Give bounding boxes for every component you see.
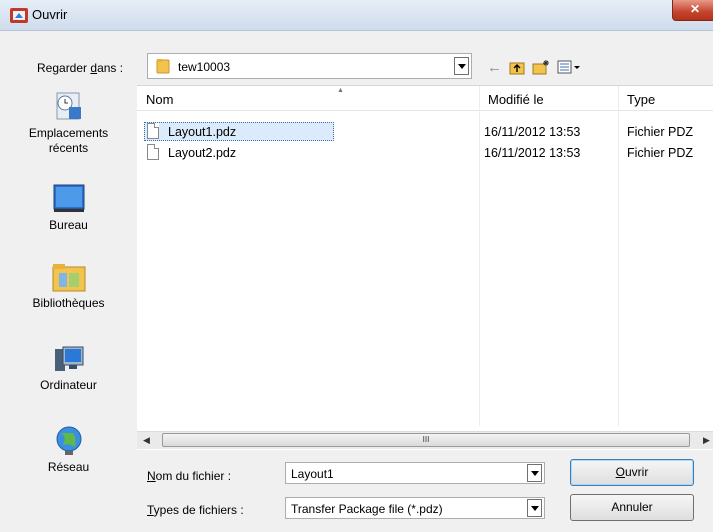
libraries-icon	[51, 261, 87, 293]
scrollbar-thumb[interactable]: III	[162, 433, 690, 447]
cancel-button[interactable]: Annuler	[570, 494, 694, 521]
scroll-left-icon[interactable]: ◀	[143, 435, 150, 446]
list-header: Nom ▲ Modifié le Type	[137, 86, 713, 111]
filename-label: Nom du fichier :	[147, 469, 232, 483]
place-label: Emplacements récents	[28, 126, 109, 155]
recent-places-icon	[51, 91, 87, 123]
place-computer[interactable]: Ordinateur	[0, 343, 137, 392]
computer-icon	[51, 343, 87, 375]
navigation-toolbar: ←	[487, 57, 581, 77]
column-header-name[interactable]: Nom	[146, 92, 173, 107]
file-icon	[147, 144, 159, 160]
place-label: Bureau	[49, 218, 88, 232]
chevron-down-icon[interactable]	[454, 57, 469, 75]
file-type: Fichier PDZ	[627, 146, 693, 160]
place-label: Bibliothèques	[32, 296, 105, 310]
place-libraries[interactable]: Bibliothèques	[0, 261, 137, 310]
views-menu-icon[interactable]	[557, 58, 581, 76]
network-icon	[51, 425, 87, 457]
scroll-right-icon[interactable]: ▶	[703, 435, 710, 446]
places-bar: Emplacements récents Bureau Bibliothèque…	[0, 85, 137, 505]
file-name: Layout1.pdz	[168, 125, 237, 139]
file-type: Fichier PDZ	[627, 125, 693, 139]
title-bar[interactable]: Ouvrir ✕	[0, 0, 713, 31]
place-label: Ordinateur	[40, 378, 97, 392]
close-button[interactable]: ✕	[672, 0, 713, 21]
chevron-down-icon[interactable]	[527, 464, 542, 482]
place-label: Réseau	[47, 460, 90, 474]
chevron-down-icon[interactable]	[527, 499, 542, 517]
file-name: Layout2.pdz	[168, 146, 237, 160]
file-row[interactable]: Layout2.pdz 16/11/2012 13:53 Fichier PDZ	[137, 143, 713, 163]
place-recent[interactable]: Emplacements récents	[0, 91, 137, 156]
filetype-value: Transfer Package file (*.pdz)	[291, 502, 443, 516]
lookin-combo[interactable]: tew10003	[147, 53, 472, 79]
lookin-label: Regarder dans :	[37, 61, 124, 75]
filetype-select[interactable]: Transfer Package file (*.pdz)	[285, 497, 545, 519]
file-icon	[147, 123, 159, 139]
up-folder-icon[interactable]	[509, 58, 525, 76]
horizontal-scrollbar[interactable]: ◀ III ▶	[137, 431, 713, 449]
open-button[interactable]: Ouvrir	[570, 459, 694, 486]
file-row[interactable]: Layout1.pdz 16/11/2012 13:53 Fichier PDZ	[137, 122, 713, 142]
column-header-modified[interactable]: Modifié le	[488, 92, 544, 107]
desktop-icon	[51, 183, 87, 215]
filename-value: Layout1	[291, 467, 334, 481]
place-desktop[interactable]: Bureau	[0, 183, 137, 232]
column-header-type[interactable]: Type	[627, 92, 655, 107]
filetype-label: Types de fichiers :	[147, 503, 244, 517]
window-title: Ouvrir	[32, 7, 68, 22]
filename-field[interactable]: Layout1	[285, 462, 545, 484]
new-folder-icon[interactable]	[532, 58, 550, 76]
file-list[interactable]: Nom ▲ Modifié le Type Layout1.pdz 16/11/…	[137, 85, 713, 450]
file-modified: 16/11/2012 13:53	[484, 146, 581, 160]
sort-ascending-icon: ▲	[337, 87, 344, 94]
place-network[interactable]: Réseau	[0, 425, 137, 474]
folder-icon	[156, 59, 170, 74]
back-arrow-icon[interactable]: ←	[487, 58, 502, 76]
file-modified: 16/11/2012 13:53	[484, 125, 581, 139]
lookin-value: tew10003	[178, 60, 231, 74]
app-icon	[10, 8, 28, 23]
